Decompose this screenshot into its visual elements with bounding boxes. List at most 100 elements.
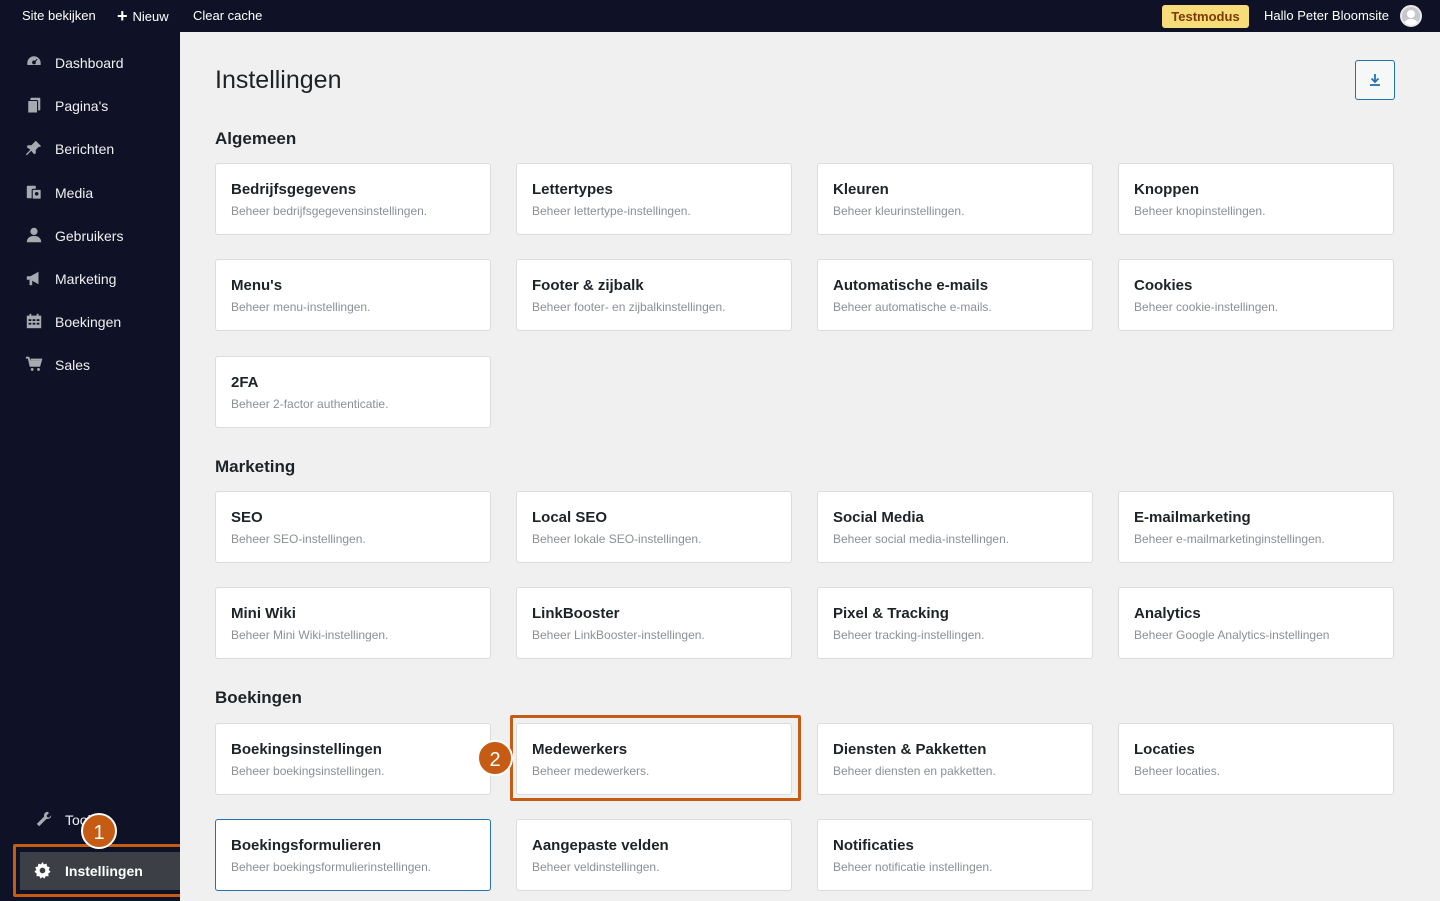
card-description: Beheer knopinstellingen. <box>1134 204 1266 218</box>
card-description: Beheer locaties. <box>1134 764 1221 778</box>
sidebar-item-pages[interactable]: Pagina's <box>0 86 180 126</box>
account-greeting[interactable]: Hallo Peter Bloomsite <box>1264 0 1389 32</box>
clear-cache-link[interactable]: Clear cache <box>193 0 262 32</box>
user-icon <box>24 226 44 246</box>
card-title: Footer & zijbalk <box>532 277 644 294</box>
sidebar-item-users[interactable]: Gebruikers <box>0 216 180 256</box>
sidebar-item-sales[interactable]: Sales <box>0 345 180 385</box>
card-description: Beheer veldinstellingen. <box>532 860 660 874</box>
card-description: Beheer footer- en zijbalkinstellingen. <box>532 300 726 314</box>
card-description: Beheer bedrijfsgegevensinstellingen. <box>231 204 428 218</box>
sidebar-item-label: Gebruikers <box>55 228 124 244</box>
card-title: Locaties <box>1134 741 1195 758</box>
sidebar-item-dashboard[interactable]: Dashboard <box>0 43 180 83</box>
settings-card-locations[interactable]: Locaties Beheer locaties. <box>1118 723 1394 795</box>
card-description: Beheer automatische e-mails. <box>833 300 992 314</box>
card-title: SEO <box>231 509 263 526</box>
card-title: Cookies <box>1134 277 1193 294</box>
cart-icon <box>24 355 44 375</box>
card-description: Beheer medewerkers. <box>532 764 650 778</box>
page-title: Instellingen <box>215 66 342 94</box>
card-title: Social Media <box>833 509 924 526</box>
settings-card-booking-settings[interactable]: Boekingsinstellingen Beheer boekingsinst… <box>215 723 491 795</box>
card-title: Pixel & Tracking <box>833 605 949 622</box>
sidebar-item-label: Marketing <box>55 271 117 287</box>
card-description: Beheer diensten en pakketten. <box>833 764 996 778</box>
card-title: Medewerkers <box>532 741 628 758</box>
card-title: Lettertypes <box>532 181 613 198</box>
card-description: Beheer boekingsinstellingen. <box>231 764 385 778</box>
settings-card-auto-emails[interactable]: Automatische e-mails Beheer automatische… <box>817 259 1093 331</box>
settings-card-local-seo[interactable]: Local SEO Beheer lokale SEO-instellingen… <box>516 491 792 563</box>
card-title: Kleuren <box>833 181 889 198</box>
new-menu[interactable]: + Nieuw <box>117 0 169 32</box>
main-content: Instellingen Algemeen Bedrijfsgegevens B… <box>180 32 1440 901</box>
sidebar-item-label: Boekingen <box>55 314 122 330</box>
card-description: Beheer notificatie instellingen. <box>833 860 993 874</box>
settings-card-email-marketing[interactable]: E-mailmarketing Beheer e-mailmarketingin… <box>1118 491 1394 563</box>
card-title: E-mailmarketing <box>1134 509 1251 526</box>
settings-card-footer-sidebar[interactable]: Footer & zijbalk Beheer footer- en zijba… <box>516 259 792 331</box>
card-title: Mini Wiki <box>231 605 296 622</box>
settings-card-menus[interactable]: Menu's Beheer menu-instellingen. <box>215 259 491 331</box>
settings-card-seo[interactable]: SEO Beheer SEO-instellingen. <box>215 491 491 563</box>
card-description: Beheer Mini Wiki-instellingen. <box>231 628 389 642</box>
settings-card-services-packages[interactable]: Diensten & Pakketten Beheer diensten en … <box>817 723 1093 795</box>
card-description: Beheer e-mailmarketinginstellingen. <box>1134 532 1325 546</box>
media-icon <box>24 183 44 203</box>
card-description: Beheer SEO-instellingen. <box>231 532 366 546</box>
card-title: Boekingsinstellingen <box>231 741 382 758</box>
view-site-link[interactable]: Site bekijken <box>22 0 96 32</box>
megaphone-icon <box>24 269 44 289</box>
card-title: Diensten & Pakketten <box>833 741 987 758</box>
sidebar-item-settings[interactable]: Instellingen <box>20 852 180 890</box>
new-label: Nieuw <box>132 9 169 24</box>
card-description: Beheer menu-instellingen. <box>231 300 371 314</box>
card-description: Beheer lettertype-instellingen. <box>532 204 691 218</box>
sidebar-item-marketing[interactable]: Marketing <box>0 259 180 299</box>
settings-card-fonts[interactable]: Lettertypes Beheer lettertype-instelling… <box>516 163 792 235</box>
gear-icon <box>32 861 52 881</box>
section-title-marketing: Marketing <box>215 457 296 476</box>
settings-card-mini-wiki[interactable]: Mini Wiki Beheer Mini Wiki-instellingen. <box>215 587 491 659</box>
pages-icon <box>24 96 44 116</box>
settings-card-buttons[interactable]: Knoppen Beheer knopinstellingen. <box>1118 163 1394 235</box>
settings-card-cookies[interactable]: Cookies Beheer cookie-instellingen. <box>1118 259 1394 331</box>
card-title: Boekingsformulieren <box>231 837 382 854</box>
settings-card-colors[interactable]: Kleuren Beheer kleurinstellingen. <box>817 163 1093 235</box>
settings-card-booking-forms[interactable]: Boekingsformulieren Beheer boekingsformu… <box>215 819 491 891</box>
card-title: Menu's <box>231 277 283 294</box>
card-title: LinkBooster <box>532 605 620 622</box>
card-title: Bedrijfsgegevens <box>231 181 357 198</box>
sidebar-item-label: Instellingen <box>65 863 143 879</box>
plus-icon: + <box>117 6 128 26</box>
settings-card-notifications[interactable]: Notificaties Beheer notificatie instelli… <box>817 819 1093 891</box>
card-title: Analytics <box>1134 605 1201 622</box>
avatar[interactable] <box>1400 5 1422 27</box>
step-badge-2: 2 <box>477 740 513 776</box>
admin-sidebar: Dashboard Pagina's Berichten Media Gebru… <box>0 32 180 901</box>
card-description: Beheer social media-instellingen. <box>833 532 1010 546</box>
settings-card-employees[interactable]: Medewerkers Beheer medewerkers. <box>516 723 792 795</box>
card-title: Knoppen <box>1134 181 1199 198</box>
download-button[interactable] <box>1355 60 1395 100</box>
dashboard-icon <box>24 53 44 73</box>
sidebar-item-posts[interactable]: Berichten <box>0 129 180 169</box>
settings-card-linkbooster[interactable]: LinkBooster Beheer LinkBooster-instellin… <box>516 587 792 659</box>
card-description: Beheer 2-factor authenticatie. <box>231 397 389 411</box>
sidebar-item-bookings[interactable]: Boekingen <box>0 302 180 342</box>
settings-card-pixel-tracking[interactable]: Pixel & Tracking Beheer tracking-instell… <box>817 587 1093 659</box>
section-title-bookings: Boekingen <box>215 688 302 707</box>
sidebar-item-media[interactable]: Media <box>0 173 180 213</box>
section-title-general: Algemeen <box>215 129 297 148</box>
sidebar-item-label: Pagina's <box>55 98 109 114</box>
settings-card-company[interactable]: Bedrijfsgegevens Beheer bedrijfsgegevens… <box>215 163 491 235</box>
settings-card-social-media[interactable]: Social Media Beheer social media-instell… <box>817 491 1093 563</box>
settings-card-custom-fields[interactable]: Aangepaste velden Beheer veldinstellinge… <box>516 819 792 891</box>
testmode-badge[interactable]: Testmodus <box>1162 5 1249 28</box>
calendar-icon <box>24 312 44 332</box>
card-description: Beheer tracking-instellingen. <box>833 628 985 642</box>
settings-card-2fa[interactable]: 2FA Beheer 2-factor authenticatie. <box>215 356 491 428</box>
pin-icon <box>24 139 44 159</box>
settings-card-analytics[interactable]: Analytics Beheer Google Analytics-instel… <box>1118 587 1394 659</box>
